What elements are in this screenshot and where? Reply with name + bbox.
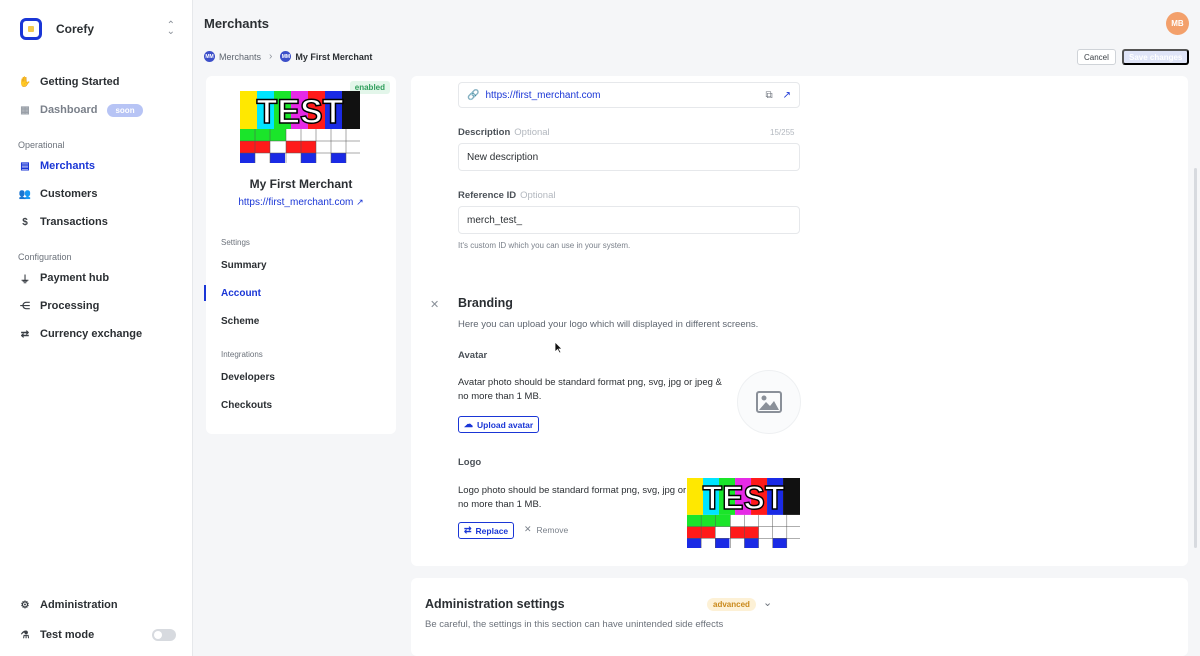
branding-title: Branding [458, 296, 513, 310]
reference-id-input[interactable]: merch_test_ [458, 206, 800, 234]
website-field[interactable]: 🔗 https://first_merchant.com ⧉ ↗ [458, 82, 800, 108]
sidebar-item-label: Customers [40, 188, 98, 200]
gear-icon: ⚙ [20, 599, 30, 611]
upload-avatar-button[interactable]: ☁ Upload avatar [458, 416, 540, 433]
advanced-badge: advanced [707, 598, 756, 611]
test-mode-toggle[interactable] [152, 629, 176, 641]
external-link-icon: ↗ [356, 197, 364, 207]
user-avatar[interactable]: MB [1166, 12, 1189, 35]
brand-name: Corefy [56, 22, 95, 36]
sidebar: Corefy ⌃ ⌄ ✋ Getting Started ▦ Dashboard … [0, 0, 193, 656]
breadcrumb-current: My First Merchant [295, 51, 373, 62]
logo-label: Logo [458, 457, 482, 468]
logo-preview: TEST [687, 478, 800, 548]
transactions-icon: $ [22, 216, 28, 228]
merchant-logo: TEST [240, 91, 360, 163]
sidebar-item-label: Administration [40, 599, 118, 611]
wave-hand-icon: ✋ [18, 76, 32, 88]
replace-icon: ⇄ [464, 525, 472, 535]
page-title: Merchants [204, 16, 270, 31]
reference-id-hint: It's custom ID which you can use in your… [458, 241, 631, 250]
external-link-icon[interactable]: ↗ [783, 90, 791, 101]
sidebar-item-label: Test mode [40, 629, 95, 641]
exchange-icon: ⇄ [20, 328, 30, 340]
card-nav-scheme[interactable]: Scheme [221, 316, 259, 327]
avatar-label: Avatar [458, 350, 488, 361]
sidebar-item-currency-exchange[interactable]: ⇄ Currency exchange [18, 324, 142, 344]
cancel-button[interactable]: Cancel [1077, 49, 1116, 65]
sidebar-item-label: Processing [40, 300, 100, 312]
branding-description: Here you can upload your logo which will… [458, 319, 759, 330]
save-changes-button[interactable]: Save changes [1122, 49, 1190, 65]
sidebar-item-label: Currency exchange [40, 328, 143, 340]
description-input[interactable]: New description [458, 143, 800, 171]
card-nav-account[interactable]: Account [221, 288, 261, 299]
cloud-upload-icon: ☁ [464, 419, 473, 429]
sidebar-item-label: Merchants [40, 160, 96, 172]
active-indicator [204, 285, 206, 301]
avatar-requirements: Avatar photo should be standard format p… [458, 377, 722, 402]
replace-logo-button[interactable]: ⇄ Replace [458, 522, 515, 539]
avatar-placeholder[interactable] [737, 370, 801, 434]
image-icon [756, 391, 782, 413]
sidebar-item-payment-hub[interactable]: ⏚ Payment hub [18, 268, 109, 288]
integrations-group-label: Integrations [221, 350, 263, 359]
sidebar-item-test-mode: ⚗ Test mode [18, 625, 95, 645]
administration-settings-panel[interactable]: Administration settings advanced ⌄ Be ca… [411, 578, 1188, 656]
description-counter: 15/255 [770, 128, 795, 137]
breadcrumb: MM Merchants › MM My First Merchant [204, 51, 372, 62]
remove-logo-button[interactable]: ✕ Remove [524, 524, 568, 535]
sidebar-item-getting-started[interactable]: ✋ Getting Started [18, 72, 120, 92]
merchant-card: enabled TEST My First Merchant https://f… [204, 76, 396, 434]
merchant-url-link[interactable]: https://first_merchant.com ↗ [206, 197, 396, 208]
nav-group-operational: Operational [18, 140, 65, 150]
sidebar-item-merchants[interactable]: ▤ Merchants [18, 156, 95, 176]
users-icon: 👥 [18, 188, 32, 200]
chevron-up-down-icon: ⌃ ⌄ [166, 20, 175, 37]
nav-group-configuration: Configuration [18, 252, 72, 262]
card-nav-summary[interactable]: Summary [221, 260, 267, 271]
scrollbar[interactable] [1194, 168, 1197, 548]
close-icon: ✕ [524, 524, 532, 534]
sidebar-item-dashboard[interactable]: ▦ Dashboard soon [18, 100, 143, 120]
admin-settings-description: Be careful, the settings in this section… [425, 619, 724, 630]
breadcrumb-merchants[interactable]: Merchants [219, 52, 261, 62]
tools-icon: ✕ [430, 299, 440, 311]
dashboard-icon: ▦ [20, 104, 30, 116]
settings-group-label: Settings [221, 238, 250, 247]
svg-text:TEST: TEST [257, 93, 344, 131]
sidebar-item-label: Transactions [40, 216, 108, 228]
admin-settings-title: Administration settings [425, 597, 565, 611]
svg-text:TEST: TEST [703, 480, 785, 517]
sidebar-item-label: Dashboard [40, 104, 98, 116]
sidebar-item-customers[interactable]: 👥 Customers [18, 184, 98, 204]
processing-icon: ⋲ [20, 300, 30, 312]
corefy-logo-icon [20, 18, 42, 40]
card-nav-checkouts[interactable]: Checkouts [221, 400, 272, 411]
merchant-badge: MM [280, 51, 292, 62]
sidebar-item-administration[interactable]: ⚙ Administration [18, 595, 118, 615]
sidebar-item-label: Payment hub [40, 272, 110, 284]
workspace-switcher[interactable]: Corefy ⌃ ⌄ [20, 18, 175, 40]
plug-icon: ⏚ [20, 274, 30, 286]
merchant-name: My First Merchant [249, 177, 353, 191]
flask-icon: ⚗ [20, 629, 30, 641]
merchants-badge: MM [204, 51, 215, 62]
store-icon: ▤ [20, 160, 30, 172]
chevron-down-icon[interactable]: ⌄ [763, 596, 772, 609]
card-nav-developers[interactable]: Developers [221, 372, 275, 383]
reference-id-label: Reference ID Optional [458, 190, 556, 201]
sidebar-item-transactions[interactable]: $ Transactions [18, 212, 108, 232]
account-form-panel: 🔗 https://first_merchant.com ⧉ ↗ Descrip… [411, 76, 1188, 566]
soon-badge: soon [107, 103, 143, 117]
copy-icon[interactable]: ⧉ [765, 90, 772, 101]
description-label: Description Optional [458, 127, 550, 138]
sidebar-item-processing[interactable]: ⋲ Processing [18, 296, 99, 316]
link-icon: 🔗 [467, 89, 480, 101]
sidebar-item-label: Getting Started [40, 76, 120, 88]
chevron-right-icon: › [269, 51, 273, 62]
website-value: https://first_merchant.com [485, 89, 601, 101]
mouse-cursor-icon [554, 341, 563, 354]
